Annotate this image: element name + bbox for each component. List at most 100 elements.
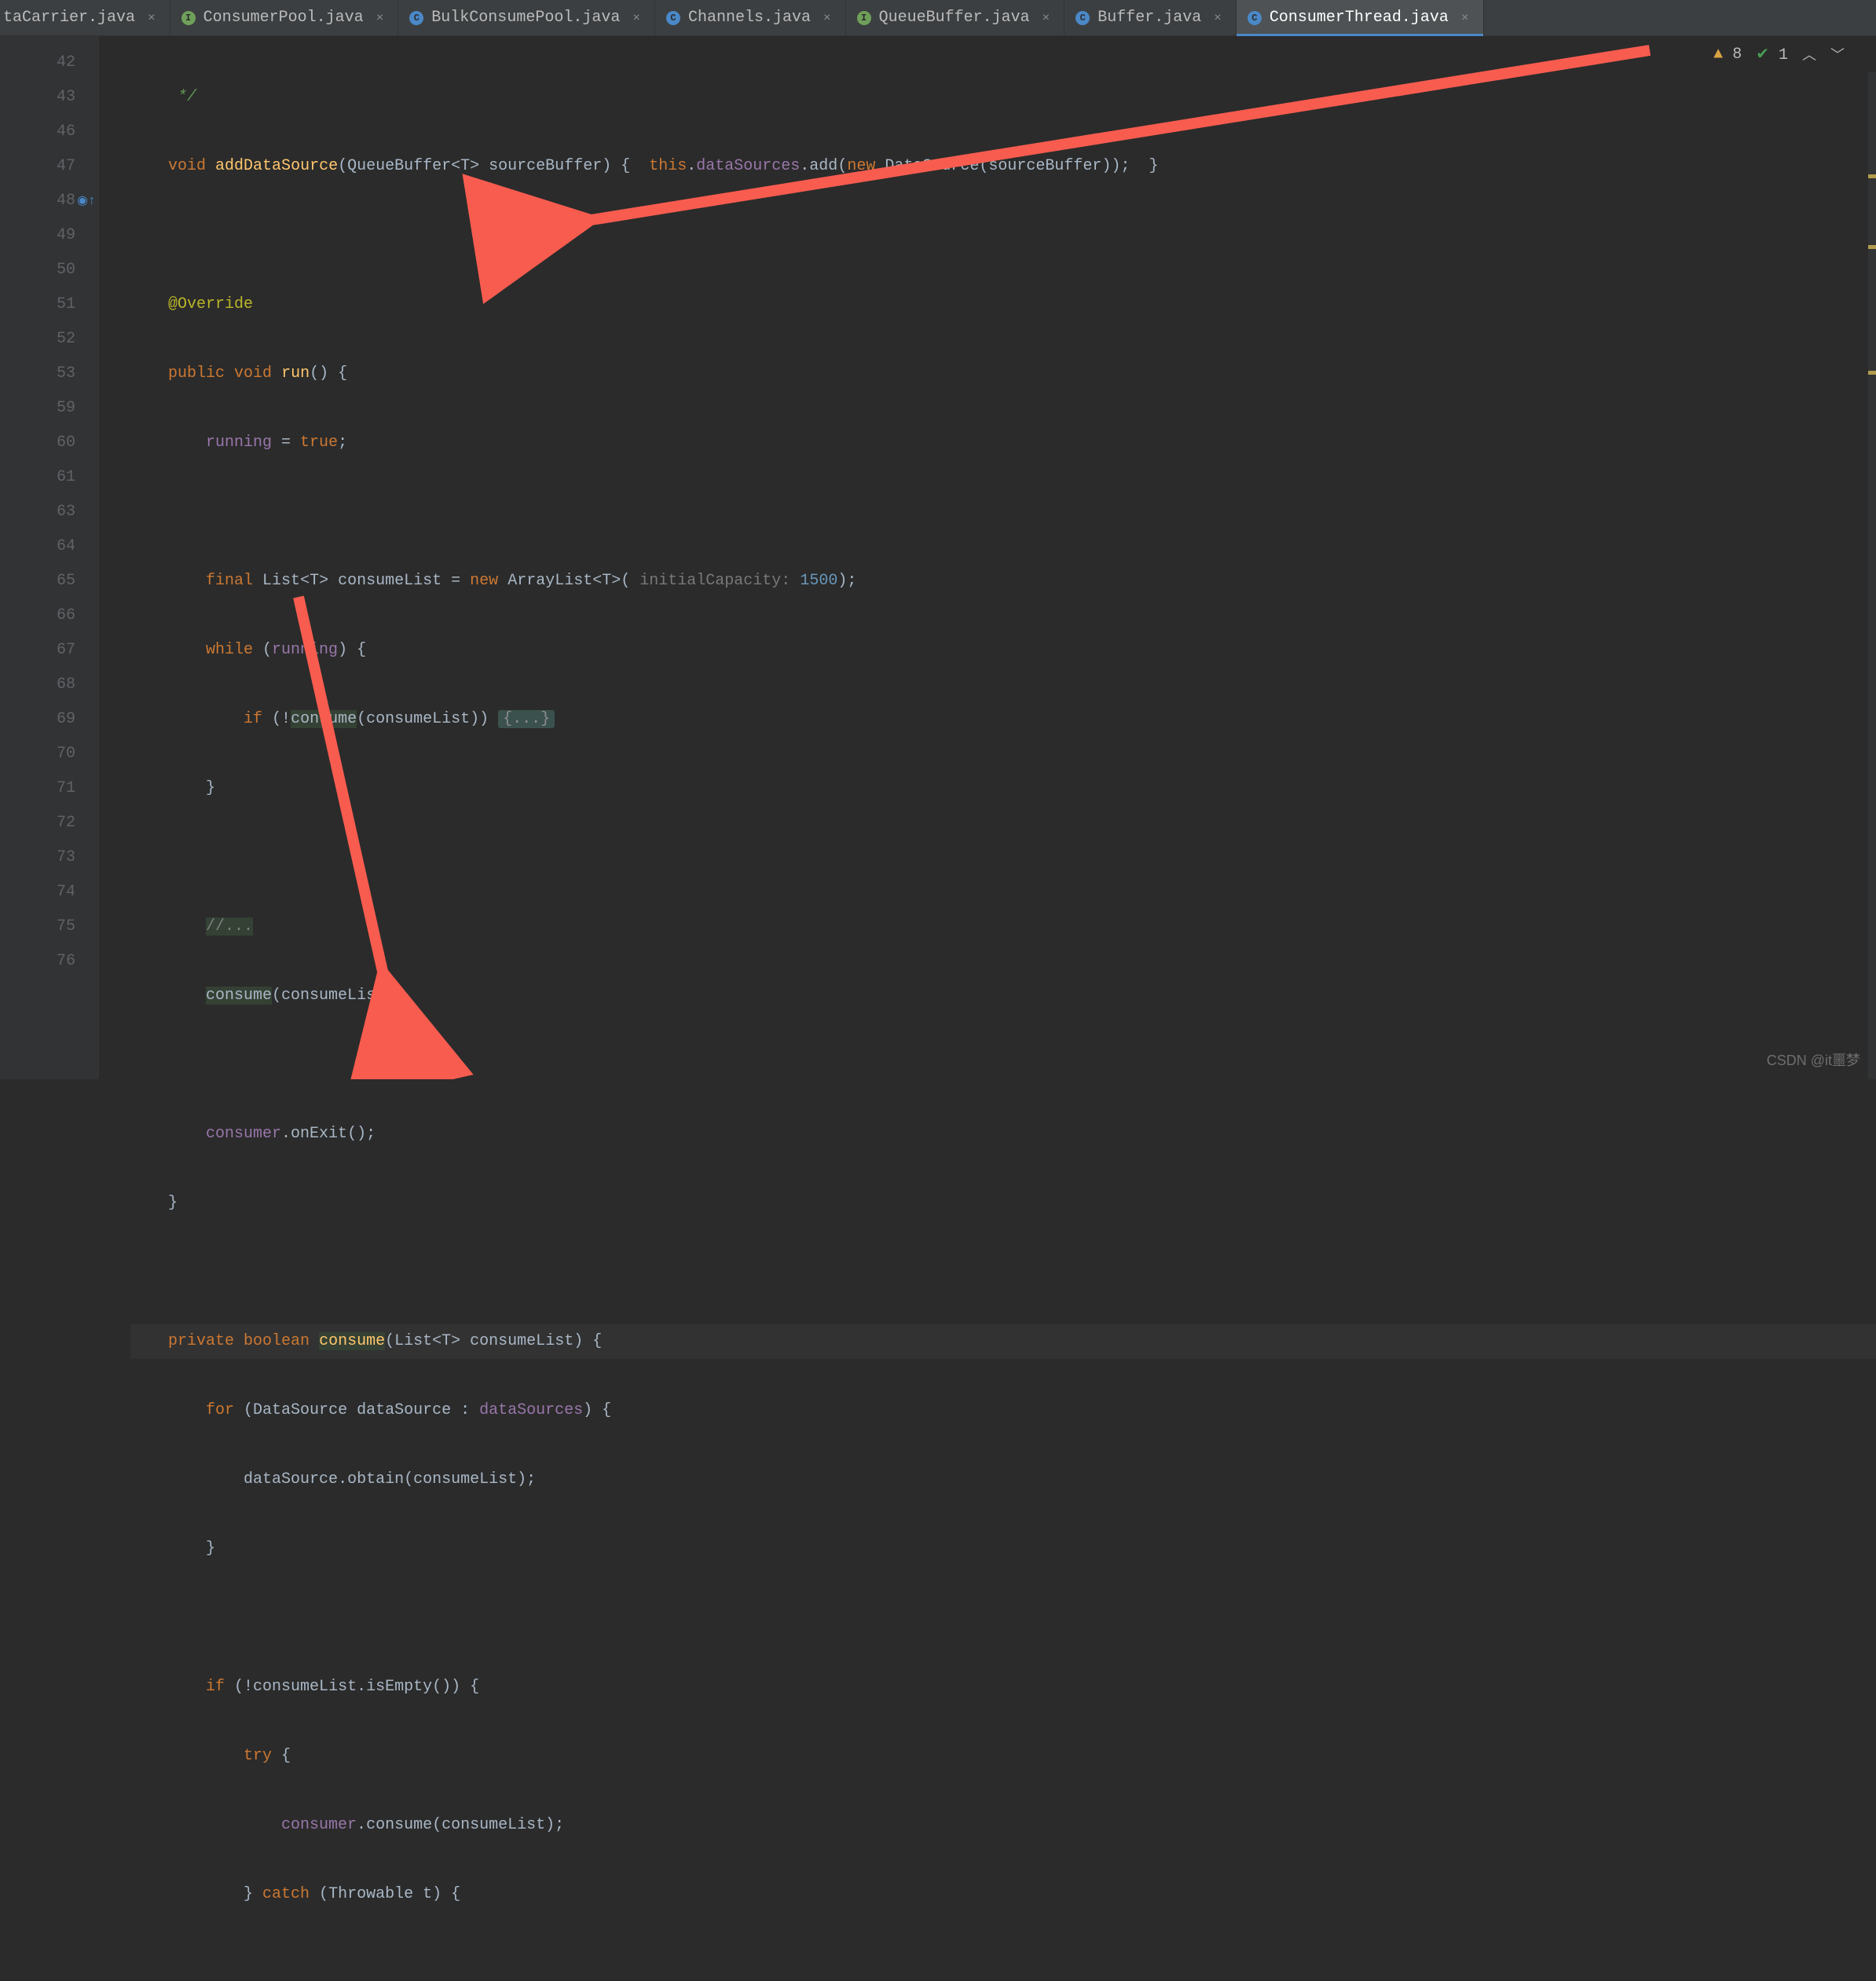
- line-number: 47: [0, 149, 75, 184]
- chevron-up-icon[interactable]: ︿: [1802, 44, 1816, 64]
- code-text: */: [178, 88, 196, 106]
- close-icon[interactable]: ×: [376, 11, 384, 25]
- tab-buffer[interactable]: C Buffer.java ×: [1064, 0, 1237, 35]
- code-editor[interactable]: 42 43 46 47 48 49 50 51 52 53 59 60 61 6…: [0, 36, 1876, 1079]
- code-text: consume: [206, 987, 272, 1005]
- check-count: 1: [1779, 46, 1788, 64]
- line-number: 67: [0, 633, 75, 668]
- code-text: List: [394, 1332, 432, 1350]
- line-number: 46: [0, 115, 75, 149]
- close-icon[interactable]: ×: [1461, 11, 1469, 25]
- line-number: 43: [0, 80, 75, 115]
- code-text: for: [206, 1401, 234, 1419]
- line-number: 53: [0, 357, 75, 391]
- code-text: add: [809, 157, 837, 175]
- code-text: sourceBuffer: [988, 157, 1101, 175]
- code-text: consumeList: [442, 1816, 545, 1834]
- code-text: void: [168, 157, 206, 175]
- folded-code[interactable]: {...}: [498, 710, 555, 728]
- tab-channels[interactable]: C Channels.java ×: [655, 0, 846, 35]
- code-text: run: [281, 364, 310, 383]
- code-text: consume: [319, 1332, 385, 1350]
- line-number: 65: [0, 564, 75, 599]
- close-icon[interactable]: ×: [1042, 11, 1050, 25]
- line-number: 70: [0, 737, 75, 771]
- code-text: void: [234, 364, 272, 383]
- code-text: consumeList: [470, 1332, 573, 1350]
- error-stripe[interactable]: [1868, 72, 1876, 1079]
- close-icon[interactable]: ×: [1214, 11, 1222, 25]
- tab-consumerthread[interactable]: C ConsumerThread.java ×: [1237, 0, 1484, 35]
- code-text: consumer: [281, 1816, 357, 1834]
- warning-count: 8: [1732, 46, 1742, 64]
- code-text: Throwable: [328, 1885, 413, 1903]
- line-number: 73: [0, 840, 75, 875]
- code-text: 1500: [800, 572, 837, 590]
- class-icon: C: [1075, 11, 1090, 25]
- tab-consumerpool[interactable]: I ConsumerPool.java ×: [170, 0, 399, 35]
- code-text: @Override: [168, 295, 253, 313]
- chevron-down-icon[interactable]: ﹀: [1830, 44, 1845, 64]
- code-text: consume: [366, 1816, 432, 1834]
- line-number: 69: [0, 702, 75, 737]
- code-text: dataSources: [696, 157, 800, 175]
- line-number: 66: [0, 599, 75, 633]
- code-area[interactable]: */ void addDataSource(QueueBuffer<T> sou…: [99, 36, 1876, 1079]
- code-text: dataSource: [357, 1401, 451, 1419]
- line-number: 74: [0, 875, 75, 910]
- tab-bulkconsumepool[interactable]: C BulkConsumePool.java ×: [398, 0, 655, 35]
- tab-tacarrier[interactable]: taCarrier.java ×: [0, 0, 170, 35]
- line-number: 50: [0, 253, 75, 287]
- line-number: 75: [0, 910, 75, 944]
- inspections-widget[interactable]: ▲ 8 ✔ 1 ︿ ﹀: [1713, 44, 1845, 64]
- code-text: boolean: [244, 1332, 310, 1350]
- code-text: List: [262, 572, 300, 590]
- code-text: ArrayList: [507, 572, 592, 590]
- class-icon: C: [409, 11, 423, 25]
- close-icon[interactable]: ×: [148, 11, 156, 25]
- override-gutter-icon[interactable]: ◉↑: [77, 184, 96, 218]
- gutter: 42 43 46 47 48 49 50 51 52 53 59 60 61 6…: [0, 36, 99, 1079]
- line-number: 60: [0, 426, 75, 460]
- interface-icon: I: [181, 11, 196, 25]
- line-number: 76: [0, 944, 75, 979]
- warning-marker[interactable]: [1868, 174, 1876, 178]
- code-text: final: [206, 572, 253, 590]
- code-text: new: [847, 157, 875, 175]
- code-text: T: [310, 572, 319, 590]
- code-text: sourceBuffer: [489, 157, 602, 175]
- code-text: T: [602, 572, 611, 590]
- close-icon[interactable]: ×: [823, 11, 831, 25]
- code-text: catch: [262, 1885, 310, 1903]
- code-text: consumer: [206, 1125, 281, 1143]
- code-text: this: [649, 157, 687, 175]
- editor-tabs: taCarrier.java × I ConsumerPool.java × C…: [0, 0, 1876, 36]
- tab-label: taCarrier.java: [3, 9, 135, 27]
- line-number: 71: [0, 771, 75, 806]
- code-text: consumeList: [281, 987, 385, 1005]
- line-number: 51: [0, 287, 75, 322]
- class-icon: C: [666, 11, 680, 25]
- tab-label: QueueBuffer.java: [879, 9, 1030, 27]
- close-icon[interactable]: ×: [632, 11, 640, 25]
- check-icon: ✔: [1756, 46, 1769, 64]
- warning-marker[interactable]: [1868, 371, 1876, 375]
- code-text: if: [206, 1678, 225, 1696]
- code-text: QueueBuffer: [347, 157, 451, 175]
- tab-label: BulkConsumePool.java: [431, 9, 620, 27]
- code-text: try: [244, 1747, 272, 1765]
- code-text: onExit: [291, 1125, 347, 1143]
- line-number: 61: [0, 460, 75, 495]
- code-text: true: [300, 434, 338, 452]
- code-text: if: [244, 710, 262, 728]
- code-text: consumeList: [413, 1470, 517, 1488]
- tab-queuebuffer[interactable]: I QueueBuffer.java ×: [846, 0, 1065, 35]
- interface-icon: I: [857, 11, 871, 25]
- code-text: public: [168, 364, 225, 383]
- line-number: 64: [0, 529, 75, 564]
- code-text: running: [206, 434, 272, 452]
- warning-marker[interactable]: [1868, 245, 1876, 249]
- code-text: DataSource: [253, 1401, 347, 1419]
- line-number: 49: [0, 218, 75, 253]
- line-number: 68: [0, 668, 75, 702]
